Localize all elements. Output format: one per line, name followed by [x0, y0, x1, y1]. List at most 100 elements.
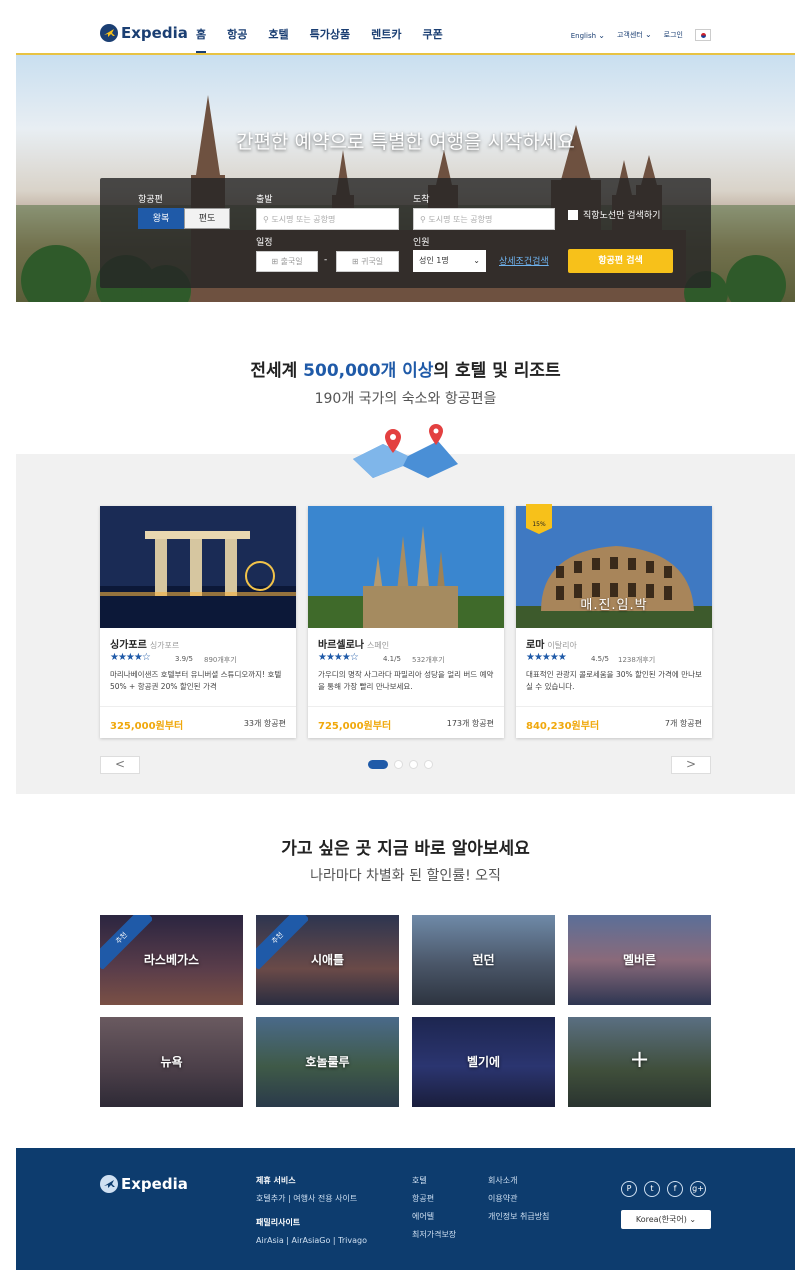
carousel-dot[interactable] — [409, 760, 418, 769]
direct-only-label: 직항노선만 검색하기 — [583, 211, 661, 221]
nav-flights[interactable]: 항공 — [227, 26, 247, 53]
people-value: 성인 1명 — [419, 256, 449, 265]
card-description: 마리나베이샌즈 호텔부터 유니버셜 스튜디오까지! 호텔 50% + 항공권 2… — [110, 670, 282, 691]
footer: Expedia 제휴 서비스 호텔추가 | 여행사 전용 사이트 패밀리사이트 … — [16, 1148, 795, 1270]
card-city: 로마 이탈리아 — [526, 636, 577, 651]
support-menu[interactable]: 고객센터 ⌄ — [617, 30, 652, 40]
carousel-dots — [368, 760, 433, 769]
partner-links[interactable]: 호텔추가 | 여행사 전용 사이트 — [256, 1190, 367, 1208]
card-divider — [308, 706, 504, 707]
destination-tile-newyork[interactable]: 뉴욕 — [100, 1017, 243, 1107]
nav-home[interactable]: 홈 — [196, 26, 207, 53]
destination-tile-more[interactable]: + — [568, 1017, 711, 1107]
hero-title: 간편한 예약으로 특별한 여행을 시작하세요 — [236, 131, 575, 153]
section2-subtitle: 나라마다 차별화 된 할인률! 오직 — [310, 868, 501, 884]
footer-link[interactable]: 에어텔 — [412, 1208, 456, 1226]
expedia-logo[interactable]: Expedia — [100, 24, 188, 42]
family-title: 패밀리사이트 — [256, 1218, 301, 1227]
twitter-icon[interactable]: t — [644, 1181, 660, 1197]
deal-card[interactable]: 15% 매.진.임.박 로마 이탈리아 ★★★★★ 4.5/5 1238개후기 대… — [516, 504, 712, 738]
advanced-search-link[interactable]: 상세조건검색 — [499, 254, 549, 267]
footer-col1: 호텔 항공편 에어텔 최저가격보장 — [412, 1172, 456, 1244]
footer-logo[interactable]: Expedia — [100, 1175, 188, 1193]
destination-tile-lasvegas[interactable]: 라스베가스 추천 — [100, 915, 243, 1005]
card-city: 싱가포르 싱가포르 — [110, 636, 179, 651]
recommend-ribbon: 추천 — [100, 915, 152, 969]
rating-value: 3.9/5 — [175, 655, 193, 663]
nav-deals[interactable]: 특가상품 — [310, 26, 350, 53]
pinterest-icon[interactable]: P — [621, 1181, 637, 1197]
footer-partners: 제휴 서비스 호텔추가 | 여행사 전용 사이트 패밀리사이트 AirAsia … — [256, 1172, 367, 1250]
card-price: 325,000원부터 — [110, 721, 184, 732]
discount-badge: 15% — [526, 504, 552, 534]
carousel-prev-button[interactable]: < — [100, 756, 140, 774]
oneway-button[interactable]: 편도 — [184, 208, 230, 229]
tile-label: 런던 — [472, 953, 495, 967]
arrive-placeholder: 도시명 또는 공항명 — [428, 215, 493, 224]
rating-value: 4.1/5 — [383, 655, 401, 663]
depart-input[interactable]: ⚲ 도시명 또는 공항명 — [256, 208, 399, 230]
carousel-dot[interactable] — [394, 760, 403, 769]
checkbox-icon — [568, 209, 578, 220]
footer-link[interactable]: 호텔 — [412, 1172, 456, 1190]
star-rating-icon: ★★★★☆ — [110, 652, 151, 663]
footer-link[interactable]: 항공편 — [412, 1190, 456, 1208]
flight-count: 7개 항공편 — [664, 719, 702, 728]
language-label: English — [570, 31, 597, 40]
tile-label: 멜버른 — [622, 953, 657, 967]
country-select[interactable]: Korea(한국어) ⌄ — [621, 1210, 711, 1229]
deal-card[interactable]: 싱가포르 싱가포르 ★★★★☆ 3.9/5 890개후기 마리나베이샌즈 호텔부터… — [100, 506, 296, 738]
sold-out-soon-label: 매.진.임.박 — [580, 598, 648, 613]
nav-hotels[interactable]: 호텔 — [268, 26, 288, 53]
login-link[interactable]: 로그인 — [664, 30, 683, 40]
people-select[interactable]: 성인 1명 ⌄ — [413, 250, 486, 272]
depart-placeholder: 도시명 또는 공항명 — [271, 215, 336, 224]
departure-date-field[interactable]: ⊞ 출국일 — [256, 251, 318, 272]
card-description: 가우디의 명작 사그라다 파밀리아 성당을 얼리 버드 예약을 통해 가장 빨리… — [318, 670, 494, 691]
people-label: 인원 — [413, 238, 430, 248]
plus-icon: + — [629, 1045, 650, 1073]
direct-only-checkbox[interactable]: 직항노선만 검색하기 — [568, 208, 660, 221]
folded-map-icon — [353, 424, 458, 478]
facebook-icon[interactable]: f — [667, 1181, 683, 1197]
language-menu[interactable]: English ⌄ — [571, 31, 605, 40]
singapore-photo — [100, 506, 296, 628]
carousel-dot[interactable] — [368, 760, 388, 769]
footer-link[interactable]: 최저가격보장 — [412, 1226, 456, 1244]
return-date-field[interactable]: ⊞ 귀국일 — [336, 251, 399, 272]
nav-coupons[interactable]: 쿠폰 — [422, 26, 442, 53]
nav-rentcar[interactable]: 렌트카 — [371, 26, 401, 53]
section2-title: 가고 싶은 곳 지금 바로 알아보세요 — [281, 839, 530, 859]
korea-flag-icon[interactable] — [695, 29, 711, 41]
chevron-down-icon: ⌄ — [644, 30, 652, 39]
googleplus-icon[interactable]: g+ — [690, 1181, 706, 1197]
title-suffix: 의 호텔 및 리조트 — [433, 361, 561, 381]
date-label: 일정 — [256, 238, 273, 248]
flight-search-button[interactable]: 항공편 검색 — [568, 249, 673, 273]
destination-tile-london[interactable]: 런던 — [412, 915, 555, 1005]
review-count: 1238개후기 — [618, 656, 656, 664]
carousel-dot[interactable] — [424, 760, 433, 769]
destination-tile-honolulu[interactable]: 호놀룰루 — [256, 1017, 399, 1107]
deal-card[interactable]: 바르셀로나 스페인 ★★★★☆ 4.1/5 532개후기 가우디의 명작 사그라다… — [308, 506, 504, 738]
hero-banner: 간편한 예약으로 특별한 여행을 시작하세요 항공편 왕복 편도 출발 ⚲ 도시… — [16, 55, 795, 302]
destination-tile-belgium[interactable]: 벨기에 — [412, 1017, 555, 1107]
country-name: 이탈리아 — [547, 641, 577, 650]
footer-link[interactable]: 이용약관 — [488, 1190, 549, 1208]
page: Expedia 홈 항공 호텔 특가상품 렌트카 쿠폰 English ⌄ 고객… — [16, 16, 795, 1270]
destination-tile-seattle[interactable]: 시애틀 추천 — [256, 915, 399, 1005]
arrive-input[interactable]: ⚲ 도시명 또는 공항명 — [413, 208, 555, 230]
logo-text: Expedia — [121, 1175, 188, 1193]
trip-type-toggle: 왕복 편도 — [138, 208, 230, 229]
family-links[interactable]: AirAsia | AirAsiaGo | Trivago — [256, 1232, 367, 1250]
roundtrip-button[interactable]: 왕복 — [138, 208, 184, 229]
plus-icon: ⊞ — [351, 257, 359, 266]
footer-link[interactable]: 회사소개 — [488, 1172, 549, 1190]
carousel-next-button[interactable]: > — [671, 756, 711, 774]
section1-title: 전세계 500,000개 이상의 호텔 및 리조트 — [16, 356, 795, 381]
arrive-label: 도착 — [413, 195, 430, 205]
destination-tile-melbourne[interactable]: 멜버른 — [568, 915, 711, 1005]
chevron-down-icon: ⌄ — [473, 256, 480, 265]
footer-link[interactable]: 개인정보 취급방침 — [488, 1208, 549, 1226]
card-price: 725,000원부터 — [318, 721, 392, 732]
